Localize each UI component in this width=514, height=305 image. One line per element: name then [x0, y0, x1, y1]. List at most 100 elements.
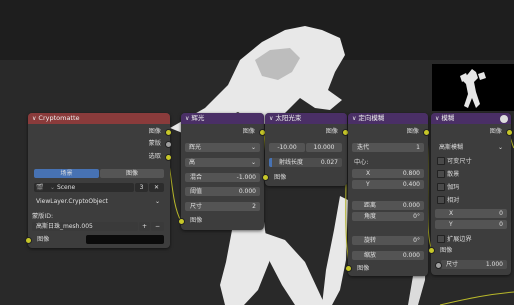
cryptomatte-node[interactable]: ∨ Cryptomatte 图像 蒙版 选取 场景 图像 🎬 ⌄ Scene 3 ✕… — [28, 113, 170, 248]
spin-field[interactable]: 旋转 0° — [352, 236, 424, 245]
filter-type-select[interactable]: 高斯模糊 ⌄ — [435, 143, 507, 152]
directional-blur-input-socket[interactable] — [345, 265, 352, 272]
sunbeams-node[interactable]: ∨ 太阳光束 图像 -10.00 10.000 射线长度 0.027 图像 — [265, 113, 347, 186]
close-icon[interactable]: ✕ — [149, 183, 164, 192]
iterations-field[interactable]: 迭代 1 — [352, 143, 424, 152]
iterations-value: 1 — [416, 144, 420, 151]
output-image-label: 图像 — [148, 128, 161, 135]
blur-size-socket[interactable] — [435, 262, 442, 269]
size-factor-label: 尺寸 — [446, 261, 459, 268]
size-y-field[interactable]: Y0 — [435, 220, 507, 229]
bokeh-checkbox[interactable] — [437, 170, 445, 178]
view-layer-selector[interactable]: ViewLayer.CryptoObject ⌄ — [34, 197, 164, 206]
node-title: 辉光 — [191, 114, 205, 122]
source-y-field[interactable]: 10.000 — [306, 143, 342, 152]
center-y-value: 0.400 — [402, 181, 420, 188]
variable-size-checkbox[interactable] — [437, 157, 445, 165]
collapse-chevron-icon[interactable]: ∨ — [185, 115, 189, 122]
ray-length-label: 射线长度 — [279, 159, 304, 166]
gamma-checkbox[interactable] — [437, 183, 445, 191]
directional-blur-node[interactable]: ∨ 定向模糊 图像 迭代 1 中心: X 0.800 Y 0.400 距离 0.000 角… — [348, 113, 428, 276]
ray-length-fill — [269, 158, 272, 167]
blur-node-header[interactable]: ∨ 模糊 — [431, 113, 511, 124]
threshold-field[interactable]: 阈值 0.000 — [185, 187, 260, 196]
blur-output-socket[interactable] — [506, 129, 513, 136]
cryptomatte-node-header[interactable]: ∨ Cryptomatte — [28, 113, 170, 124]
bokeh-label: 散景 — [447, 171, 460, 178]
zoom-field[interactable]: 缩放 0.000 — [352, 251, 424, 260]
output-image-socket[interactable] — [165, 129, 172, 136]
threshold-label: 阈值 — [190, 188, 203, 195]
quality-select[interactable]: 高 ⌄ — [185, 158, 260, 167]
extend-bounds-label: 扩展边界 — [447, 236, 472, 243]
center-y-field[interactable]: Y 0.400 — [352, 180, 424, 189]
glare-input-socket[interactable] — [178, 218, 185, 225]
add-matte-button[interactable]: + — [139, 222, 150, 231]
scene-icon: 🎬 — [36, 184, 44, 191]
chevron-down-icon: ⌄ — [250, 144, 256, 151]
size-y-label: Y — [449, 221, 453, 228]
input-image-label: 图像 — [274, 174, 287, 181]
input-image-label: 图像 — [190, 217, 203, 224]
threshold-value: 0.000 — [238, 188, 256, 195]
gamma-label: 伽玛 — [447, 184, 460, 191]
spin-label: 旋转 — [364, 237, 377, 244]
center-x-field[interactable]: X 0.800 — [352, 169, 424, 178]
output-image-label: 图像 — [489, 128, 502, 135]
collapse-chevron-icon[interactable]: ∨ — [32, 115, 36, 122]
glare-node[interactable]: ∨ 辉光 图像 辉光 ⌄ 高 ⌄ 混合 -1.000 阈值 0.000 尺寸 2 图像 — [181, 113, 264, 230]
mix-value: -1.000 — [236, 174, 256, 181]
node-title: 定向模糊 — [358, 114, 385, 122]
blur-input-socket[interactable] — [428, 247, 435, 254]
size-x-field[interactable]: X0 — [435, 209, 507, 218]
directional-blur-node-header[interactable]: ∨ 定向模糊 — [348, 113, 428, 124]
output-pick-label: 选取 — [148, 153, 161, 160]
ray-length-field[interactable]: 射线长度 0.027 — [269, 158, 342, 167]
sunbeams-input-socket[interactable] — [262, 174, 269, 181]
input-image-socket[interactable] — [25, 237, 32, 244]
input-image-color[interactable] — [86, 235, 164, 244]
collapse-chevron-icon[interactable]: ∨ — [352, 115, 356, 122]
zoom-label: 缩放 — [364, 252, 377, 259]
center-x-value: 0.800 — [402, 170, 420, 177]
size-field[interactable]: 尺寸 2 — [185, 202, 260, 211]
scene-name: Scene — [56, 184, 76, 191]
center-y-label: Y — [366, 181, 370, 188]
viewer-preview — [432, 64, 514, 111]
output-image-label: 图像 — [325, 128, 338, 135]
extend-bounds-checkbox[interactable] — [437, 235, 445, 243]
directional-blur-output-socket[interactable] — [423, 129, 430, 136]
chevron-down-icon: ⌄ — [154, 198, 160, 205]
filter-type-value: 高斯模糊 — [439, 144, 464, 151]
blur-node[interactable]: ∨ 模糊 图像 高斯模糊 ⌄ 可变尺寸 散景 伽玛 相对 X0 Y0 扩展边界 图像… — [431, 113, 511, 275]
spin-value: 0° — [413, 237, 420, 244]
scene-selector[interactable]: 🎬 ⌄ Scene — [34, 183, 134, 192]
relative-checkbox[interactable] — [437, 196, 445, 204]
matte-id-field[interactable]: 高斯日珠_mesh.005 — [32, 222, 138, 231]
output-image-label: 图像 — [406, 128, 419, 135]
node-preview-toggle-icon[interactable] — [500, 115, 508, 123]
angle-field[interactable]: 角度 0° — [352, 212, 424, 221]
size-value: 2 — [252, 203, 256, 210]
source-x-field[interactable]: -10.00 — [269, 143, 305, 152]
matte-id-label: 蒙版ID: — [32, 213, 54, 220]
chevron-down-icon: ⌄ — [250, 159, 256, 166]
center-label: 中心: — [354, 159, 369, 166]
output-pick-socket[interactable] — [165, 154, 172, 161]
output-mask-socket[interactable] — [165, 141, 172, 148]
size-y-value: 0 — [499, 221, 503, 228]
collapse-chevron-icon[interactable]: ∨ — [269, 115, 273, 122]
glare-type-select[interactable]: 辉光 ⌄ — [185, 143, 260, 152]
collapse-chevron-icon[interactable]: ∨ — [435, 115, 439, 122]
remove-matte-button[interactable]: − — [151, 222, 164, 231]
distance-field[interactable]: 距离 0.000 — [352, 201, 424, 210]
node-title: Cryptomatte — [38, 114, 80, 122]
tab-image[interactable]: 图像 — [100, 169, 164, 178]
glare-node-header[interactable]: ∨ 辉光 — [181, 113, 264, 124]
size-factor-field[interactable]: 尺寸 1.000 — [441, 260, 507, 269]
mix-field[interactable]: 混合 -1.000 — [185, 173, 260, 182]
sunbeams-node-header[interactable]: ∨ 太阳光束 — [265, 113, 347, 124]
tab-scene[interactable]: 场景 — [34, 169, 99, 178]
output-image-label: 图像 — [242, 128, 255, 135]
distance-value: 0.000 — [402, 202, 420, 209]
